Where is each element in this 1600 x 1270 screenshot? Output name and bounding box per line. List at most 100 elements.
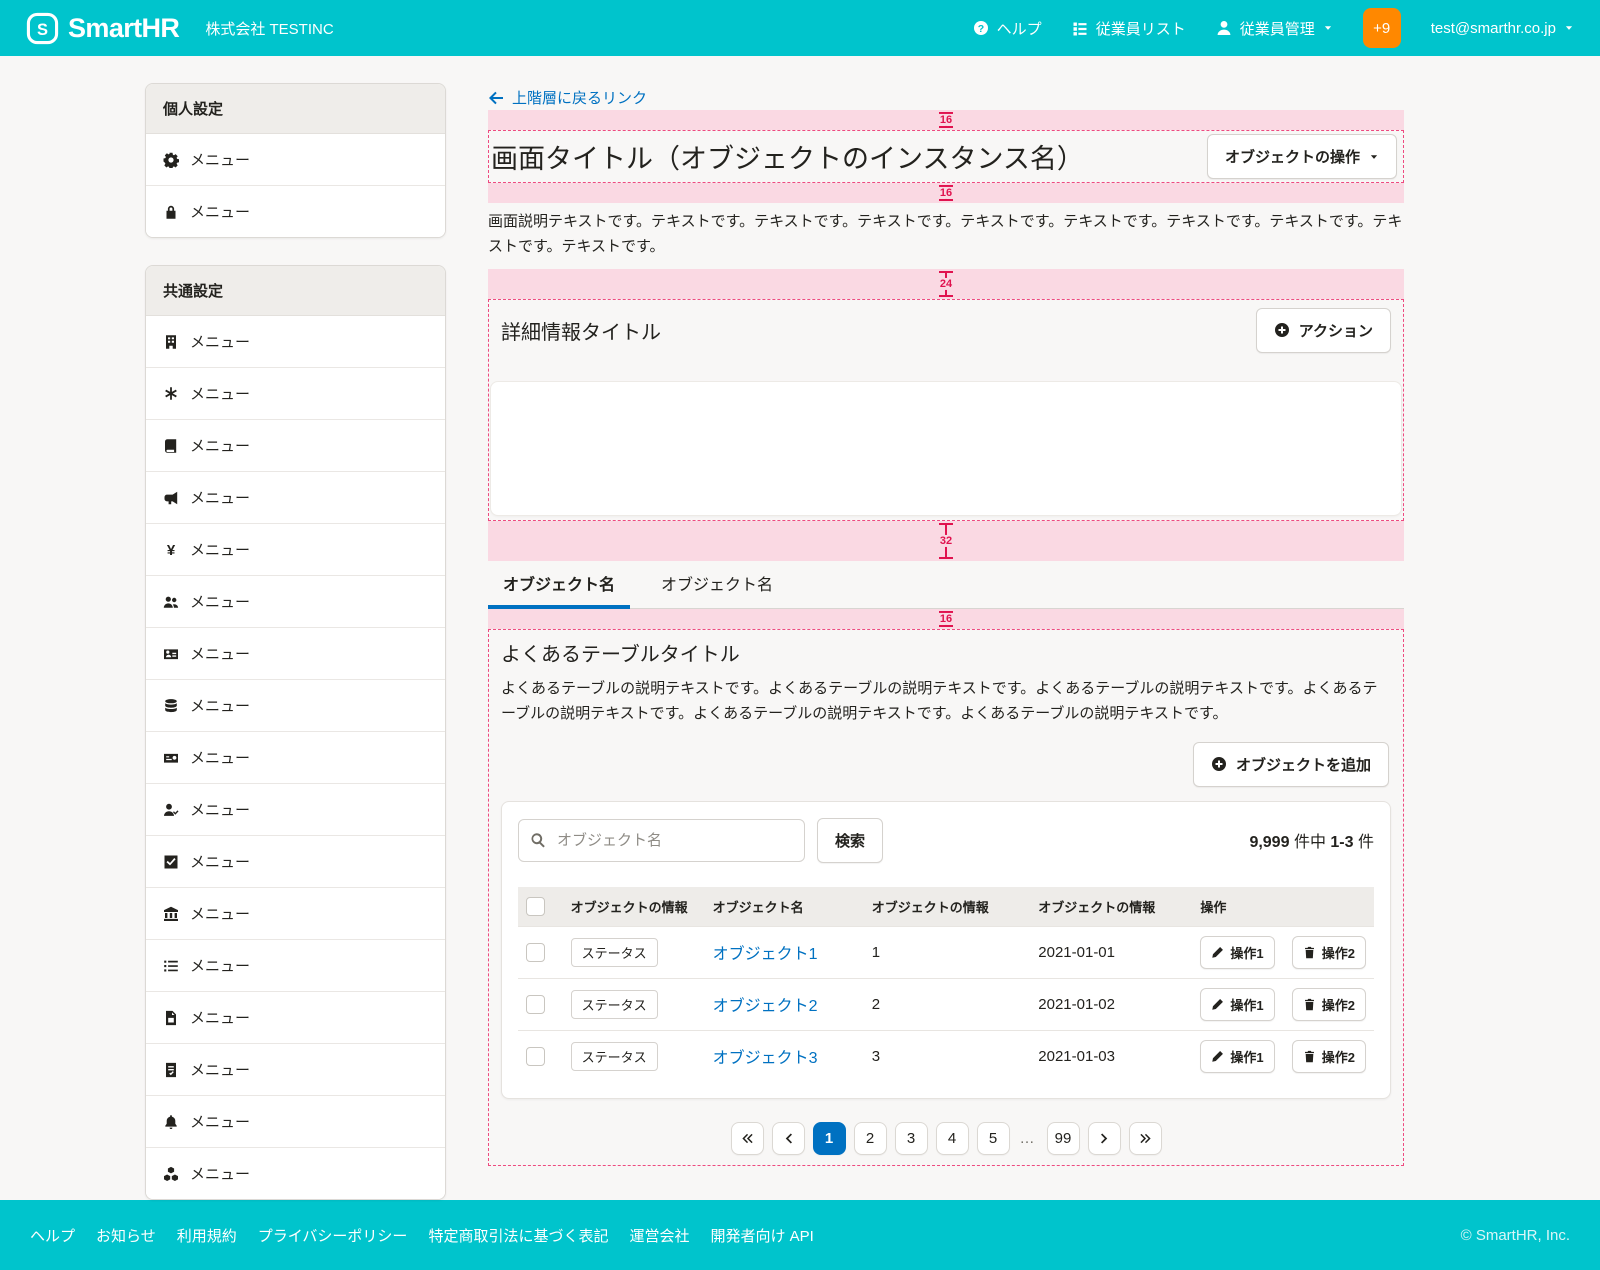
sidebar-item-menu[interactable]: メニュー bbox=[146, 1043, 445, 1095]
sidebar-item-menu[interactable]: メニュー bbox=[146, 1095, 445, 1147]
add-object-button[interactable]: オブジェクトを追加 bbox=[1193, 742, 1389, 787]
column-header: 操作 bbox=[1192, 887, 1374, 927]
employee-mgmt-nav-item[interactable]: 従業員管理 bbox=[1216, 18, 1333, 39]
page-prev-button[interactable] bbox=[772, 1122, 805, 1155]
sidebar-item-menu[interactable]: メニュー bbox=[146, 419, 445, 471]
account-menu[interactable]: test@smarthr.co.jp bbox=[1431, 20, 1574, 37]
sidebar-item-menu[interactable]: メニュー bbox=[146, 523, 445, 575]
page-first-button[interactable] bbox=[731, 1122, 764, 1155]
object-actions-button[interactable]: オブジェクトの操作 bbox=[1207, 134, 1397, 179]
app-header: S SmartHR 株式会社 TESTINC ヘルプ 従業員リスト 従業員管理 … bbox=[0, 0, 1600, 56]
copyright: © SmartHR, Inc. bbox=[1461, 1227, 1570, 1244]
sidebar-item-menu[interactable]: メニュー bbox=[146, 367, 445, 419]
page-title-block: 画面タイトル（オブジェクトのインスタンス名） オブジェクトの操作 bbox=[488, 130, 1404, 183]
back-link[interactable]: 上階層に戻るリンク bbox=[488, 87, 647, 108]
object-link[interactable]: オブジェクト3 bbox=[713, 1050, 818, 1067]
object-link[interactable]: オブジェクト1 bbox=[713, 946, 818, 963]
row-checkbox[interactable] bbox=[526, 1047, 545, 1066]
row-action-edit-button[interactable]: 操作1 bbox=[1200, 1040, 1274, 1073]
tab-bar: オブジェクト名 オブジェクト名 bbox=[488, 561, 1404, 609]
page-next-button[interactable] bbox=[1088, 1122, 1121, 1155]
notification-badge[interactable]: +9 bbox=[1363, 8, 1401, 48]
row-checkbox[interactable] bbox=[526, 943, 545, 962]
database-icon bbox=[163, 698, 179, 714]
sidebar-item-menu[interactable]: メニュー bbox=[146, 939, 445, 991]
search-submit-button[interactable]: 検索 bbox=[817, 818, 883, 863]
brand[interactable]: S SmartHR bbox=[26, 12, 179, 45]
sidebar-item-menu[interactable]: メニュー bbox=[146, 835, 445, 887]
company-name: 株式会社 TESTINC bbox=[205, 18, 333, 39]
sidebar-item-menu[interactable]: メニュー bbox=[146, 887, 445, 939]
pagination: 1 2 3 4 5 … 99 bbox=[501, 1122, 1391, 1155]
pencil-icon bbox=[1211, 1050, 1224, 1063]
detail-section-title: 詳細情報タイトル bbox=[501, 316, 661, 345]
footer-link-privacy[interactable]: プライバシーポリシー bbox=[258, 1225, 408, 1246]
sidebar-item-menu[interactable]: メニュー bbox=[146, 679, 445, 731]
status-badge: ステータス bbox=[571, 1042, 658, 1071]
spacing-band-16: 16 bbox=[488, 183, 1404, 203]
action-button[interactable]: アクション bbox=[1256, 308, 1391, 353]
sidebar-item-menu[interactable]: メニュー bbox=[146, 991, 445, 1043]
sidebar-item-menu[interactable]: メニュー bbox=[146, 316, 445, 367]
check-square-icon bbox=[163, 854, 179, 870]
user-check-icon bbox=[163, 802, 179, 818]
search-input[interactable] bbox=[518, 819, 805, 862]
footer-link-help[interactable]: ヘルプ bbox=[30, 1225, 75, 1246]
smarthr-logo-icon: S bbox=[26, 12, 59, 45]
footer-link-commerce[interactable]: 特定商取引法に基づく表記 bbox=[428, 1225, 608, 1246]
app-footer: ヘルプ お知らせ 利用規約 プライバシーポリシー 特定商取引法に基づく表記 運営… bbox=[0, 1200, 1600, 1270]
page-number-button[interactable]: 5 bbox=[977, 1122, 1010, 1155]
row-action-delete-button[interactable]: 操作2 bbox=[1292, 936, 1366, 969]
sidebar-item-menu[interactable]: メニュー bbox=[146, 185, 445, 237]
object-date-cell: 2021-01-01 bbox=[1030, 926, 1192, 978]
sidebar-item-menu[interactable]: メニュー bbox=[146, 1147, 445, 1199]
help-nav-item[interactable]: ヘルプ bbox=[973, 18, 1042, 39]
page-last-button[interactable] bbox=[1129, 1122, 1162, 1155]
list-icon bbox=[163, 958, 179, 974]
plus-circle-icon bbox=[1211, 756, 1227, 772]
table-row: ステータス オブジェクト2 2 2021-01-02 操作1 bbox=[518, 978, 1374, 1030]
tab-object-2[interactable]: オブジェクト名 bbox=[646, 561, 788, 608]
spacing-measure: 32 bbox=[939, 523, 953, 559]
sidebar-item-menu[interactable]: メニュー bbox=[146, 731, 445, 783]
page-number-button[interactable]: 4 bbox=[936, 1122, 969, 1155]
chevrons-right-icon bbox=[1139, 1132, 1152, 1145]
sidebar-item-menu[interactable]: メニュー bbox=[146, 471, 445, 523]
sidebar-item-menu[interactable]: メニュー bbox=[146, 575, 445, 627]
gear-icon bbox=[163, 152, 179, 168]
yen-icon bbox=[163, 542, 179, 558]
bell-icon bbox=[163, 1114, 179, 1130]
footer-link-terms[interactable]: 利用規約 bbox=[177, 1225, 237, 1246]
object-date-cell: 2021-01-03 bbox=[1030, 1030, 1192, 1082]
select-all-checkbox[interactable] bbox=[526, 897, 545, 916]
row-checkbox[interactable] bbox=[526, 995, 545, 1014]
table-row: ステータス オブジェクト3 3 2021-01-03 操作1 bbox=[518, 1030, 1374, 1082]
row-action-edit-button[interactable]: 操作1 bbox=[1200, 936, 1274, 969]
plus-circle-icon bbox=[1274, 322, 1290, 338]
spacing-measure: 24 bbox=[939, 271, 953, 297]
table-header-row: オブジェクトの情報 オブジェクト名 オブジェクトの情報 オブジェクトの情報 操作 bbox=[518, 887, 1374, 927]
footer-link-news[interactable]: お知らせ bbox=[96, 1225, 156, 1246]
row-action-delete-button[interactable]: 操作2 bbox=[1292, 988, 1366, 1021]
row-action-delete-button[interactable]: 操作2 bbox=[1292, 1040, 1366, 1073]
table-section-description: よくあるテーブルの説明テキストです。よくあるテーブルの説明テキストです。よくある… bbox=[501, 676, 1391, 727]
row-action-edit-button[interactable]: 操作1 bbox=[1200, 988, 1274, 1021]
sidebar-item-menu[interactable]: メニュー bbox=[146, 783, 445, 835]
file-check-icon bbox=[163, 1062, 179, 1078]
employee-list-nav-item[interactable]: 従業員リスト bbox=[1072, 18, 1186, 39]
sidebar-item-menu[interactable]: メニュー bbox=[146, 627, 445, 679]
page-number-button[interactable]: 2 bbox=[854, 1122, 887, 1155]
page-number-button[interactable]: 99 bbox=[1047, 1122, 1080, 1155]
trash-icon bbox=[1303, 998, 1316, 1011]
footer-link-company[interactable]: 運営会社 bbox=[629, 1225, 689, 1246]
object-info-cell: 2 bbox=[864, 978, 1031, 1030]
footer-link-api[interactable]: 開発者向け API bbox=[710, 1225, 813, 1246]
object-link[interactable]: オブジェクト2 bbox=[713, 998, 818, 1015]
page-number-button[interactable]: 1 bbox=[813, 1122, 846, 1155]
chevron-left-icon bbox=[782, 1132, 795, 1145]
results-count: 9,999 件中 1-3 件 bbox=[1249, 828, 1374, 852]
page-number-button[interactable]: 3 bbox=[895, 1122, 928, 1155]
column-header: オブジェクト名 bbox=[705, 887, 864, 927]
sidebar-item-menu[interactable]: メニュー bbox=[146, 134, 445, 185]
tab-object-1[interactable]: オブジェクト名 bbox=[488, 561, 630, 608]
